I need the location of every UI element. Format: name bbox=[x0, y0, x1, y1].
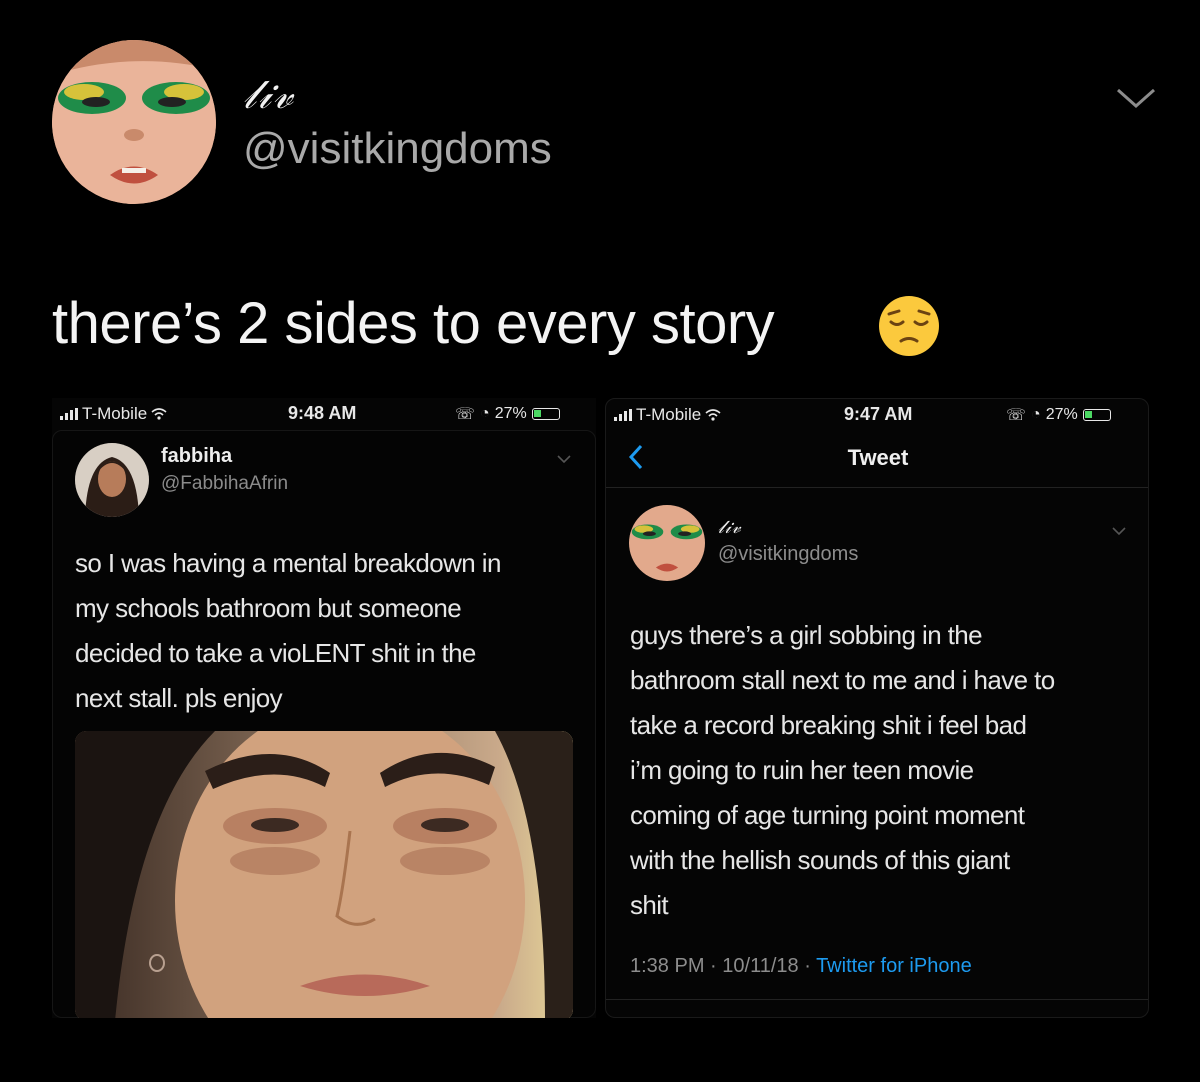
tweet-text-line: next stall. pls enjoy bbox=[75, 683, 283, 713]
tweet-text-line: bathroom stall next to me and i have to bbox=[630, 665, 1055, 695]
carrier-label: T-Mobile bbox=[636, 405, 702, 424]
tweet-photo[interactable] bbox=[75, 731, 573, 1018]
separator-dot: · bbox=[804, 955, 817, 977]
tweet-text-line: decided to take a vioLENT shit in the bbox=[75, 638, 476, 668]
wifi-icon bbox=[151, 408, 167, 420]
alarm-icon: ◔ bbox=[480, 405, 490, 422]
tweet-text-line: with the hellish sounds of this giant bbox=[630, 845, 1010, 875]
tweet-text-line: shit bbox=[630, 890, 669, 920]
signal-icon bbox=[614, 409, 632, 421]
carrier-label: T-Mobile bbox=[82, 404, 148, 423]
display-name[interactable]: 𝓁𝒾𝓋 bbox=[243, 72, 295, 118]
user-handle[interactable]: @visitkingdoms bbox=[243, 124, 552, 174]
battery-icon bbox=[1082, 409, 1111, 421]
status-time: 9:47 AM bbox=[844, 404, 913, 424]
chevron-down-icon[interactable] bbox=[1112, 80, 1160, 116]
tweet-text: so I was having a mental breakdown in my… bbox=[75, 541, 585, 721]
avatar[interactable] bbox=[52, 40, 216, 204]
right-screenshot: T-Mobile 9:47 AM ☏ ◔ 27% Tweet 𝓁𝒾𝓋 @visi… bbox=[605, 398, 1149, 1018]
avatar[interactable] bbox=[75, 443, 149, 517]
display-name[interactable]: 𝓁𝒾𝓋 bbox=[718, 517, 742, 538]
wifi-icon bbox=[705, 409, 721, 421]
status-bar: T-Mobile 9:48 AM ☏ ◔ 27% bbox=[52, 398, 596, 430]
status-bar: T-Mobile 9:47 AM ☏ ◔ 27% bbox=[606, 399, 1148, 431]
carrier: T-Mobile bbox=[60, 404, 167, 424]
phone-icon: ☏ bbox=[455, 406, 476, 423]
tweet-text-line: so I was having a mental breakdown in bbox=[75, 548, 501, 578]
tweet-text: there’s 2 sides to every story bbox=[52, 291, 775, 356]
battery-icon bbox=[531, 408, 560, 420]
tweet-text-line: guys there’s a girl sobbing in the bbox=[630, 620, 983, 650]
status-time: 9:48 AM bbox=[288, 403, 357, 423]
page-title: Tweet bbox=[847, 445, 909, 470]
tweet-source-link[interactable]: Twitter for iPhone bbox=[816, 955, 972, 977]
battery-percent: 27% bbox=[1045, 406, 1078, 423]
tweet-meta: 1:38 PM · 10/11/18 · Twitter for iPhone bbox=[630, 955, 972, 978]
battery-status: ☏ ◔ 27% bbox=[455, 404, 560, 424]
user-handle[interactable]: @FabbihaAfrin bbox=[161, 473, 288, 495]
tweet-text-line: take a record breaking shit i feel bad bbox=[630, 710, 1027, 740]
display-name[interactable]: fabbiha bbox=[161, 445, 232, 468]
chevron-down-icon[interactable] bbox=[1111, 525, 1127, 537]
phone-icon: ☏ bbox=[1006, 407, 1027, 424]
alarm-icon: ◔ bbox=[1031, 406, 1041, 423]
divider bbox=[606, 999, 1148, 1000]
tweet-time: 1:38 PM bbox=[630, 955, 705, 977]
left-screenshot: T-Mobile 9:48 AM ☏ ◔ 27% fabbiha @Fabbih… bbox=[52, 398, 596, 1018]
pensive-face-emoji bbox=[879, 296, 939, 356]
tweet-text-line: my schools bathroom but someone bbox=[75, 593, 462, 623]
tweet-card[interactable]: fabbiha @FabbihaAfrin so I was having a … bbox=[52, 430, 596, 1018]
tweet-screenshot: 𝓁𝒾𝓋 @visitkingdoms there’s 2 sides to ev… bbox=[0, 0, 1200, 1082]
chevron-down-icon[interactable] bbox=[556, 453, 572, 465]
tweet-date: 10/11/18 bbox=[722, 955, 799, 977]
carrier: T-Mobile bbox=[614, 405, 721, 425]
signal-icon bbox=[60, 408, 78, 420]
tweet-text-line: coming of age turning point moment bbox=[630, 800, 1025, 830]
user-handle[interactable]: @visitkingdoms bbox=[718, 543, 858, 566]
battery-percent: 27% bbox=[494, 405, 527, 422]
tweet-text-line: i’m going to ruin her teen movie bbox=[630, 755, 974, 785]
divider bbox=[606, 487, 1148, 488]
separator-dot: · bbox=[710, 955, 723, 977]
battery-status: ☏ ◔ 27% bbox=[1006, 405, 1111, 425]
tweet-text: guys there’s a girl sobbing in the bathr… bbox=[630, 613, 1140, 928]
avatar[interactable] bbox=[629, 505, 705, 581]
